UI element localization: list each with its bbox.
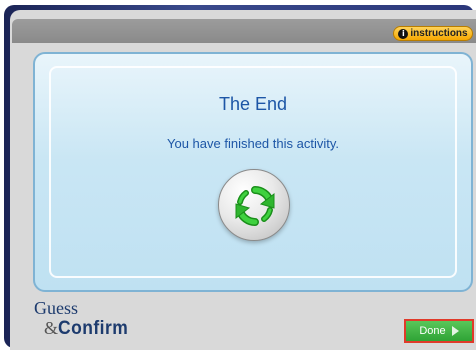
restart-button[interactable] [218,169,290,241]
logo-guess-text: Guess [34,298,78,318]
done-button[interactable]: Done [404,319,474,343]
done-label: Done [419,325,446,337]
info-icon: i [398,28,409,39]
instructions-label: instructions [410,28,468,39]
content-panel: The End You have finished this activity. [33,52,473,292]
logo-confirm-text: Confirm [58,318,129,339]
instructions-button[interactable]: i instructions [393,26,473,41]
guess-confirm-logo: Guess & Confirm [34,298,194,346]
refresh-arrows-icon [235,186,275,226]
end-title: The End [218,94,288,114]
end-message: You have finished this activity. [167,136,339,151]
play-arrow-icon [451,326,459,336]
logo-ampersand: & [44,318,59,338]
